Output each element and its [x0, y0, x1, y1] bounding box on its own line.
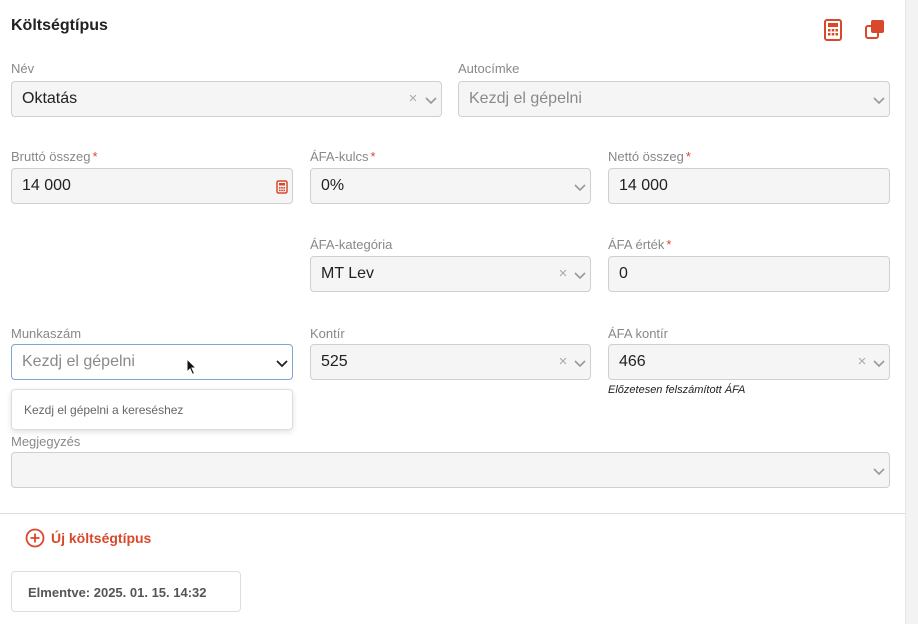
calculator-icon[interactable] — [276, 180, 288, 194]
chevron-down-icon — [574, 184, 586, 192]
brutto-input[interactable]: 14 000 — [11, 168, 293, 204]
autocimke-placeholder: Kezdj el gépelni — [469, 90, 582, 107]
afa-ertek-input[interactable]: 0 — [608, 256, 890, 292]
brutto-value: 14 000 — [22, 177, 71, 194]
chevron-down-icon — [873, 97, 885, 105]
page-title: Költségtípus — [11, 17, 108, 34]
scrollbar[interactable] — [905, 0, 918, 624]
kontir-select[interactable]: 525 × — [310, 344, 591, 380]
netto-label: Nettó összeg * — [608, 149, 691, 164]
munkaszam-dropdown: Kezdj el gépelni a kereséshez — [11, 389, 293, 430]
chevron-down-icon — [574, 360, 586, 368]
add-cost-type-button[interactable]: Új költségtípus — [25, 527, 151, 549]
netto-value: 14 000 — [619, 177, 668, 194]
afa-kategoria-select[interactable]: MT Lev × — [310, 256, 591, 292]
afa-kontir-help: Előzetesen felszámított ÁFA — [608, 384, 746, 396]
saved-status-box: Elmentve: 2025. 01. 15. 14:32 — [11, 571, 241, 612]
afa-kategoria-value: MT Lev — [321, 265, 375, 282]
chevron-down-icon — [873, 360, 885, 368]
nev-select[interactable]: Oktatás × — [11, 81, 442, 117]
munkaszam-label: Munkaszám — [11, 326, 82, 341]
divider — [0, 513, 905, 514]
afa-kulcs-value: 0% — [321, 177, 345, 194]
brutto-label: Bruttó összeg * — [11, 149, 98, 164]
munkaszam-select[interactable]: Kezdj el gépelni — [11, 344, 293, 380]
afa-kontir-label: ÁFA kontír — [608, 326, 668, 341]
afa-kontir-select[interactable]: 466 × — [608, 344, 890, 380]
kontir-label: Kontír — [310, 326, 345, 341]
nev-label: Név — [11, 61, 35, 76]
megjegyzes-label: Megjegyzés — [11, 434, 81, 449]
mouse-cursor-icon — [186, 358, 198, 376]
clear-icon[interactable]: × — [855, 353, 869, 371]
afa-kulcs-label: ÁFA-kulcs * — [310, 149, 376, 164]
add-cost-type-label: Új költségtípus — [51, 530, 152, 546]
calculator-icon[interactable] — [822, 18, 844, 42]
afa-kulcs-select[interactable]: 0% — [310, 168, 591, 204]
copy-icon[interactable] — [864, 18, 886, 42]
afa-ertek-value: 0 — [619, 265, 628, 282]
nev-value: Oktatás — [22, 90, 78, 107]
autocimke-select[interactable]: Kezdj el gépelni — [458, 81, 890, 117]
kontir-value: 525 — [321, 353, 348, 370]
autocimke-label: Autocímke — [458, 61, 520, 76]
clear-icon[interactable]: × — [406, 90, 420, 108]
afa-ertek-label: ÁFA érték * — [608, 237, 672, 252]
munkaszam-placeholder: Kezdj el gépelni — [22, 353, 135, 370]
chevron-down-icon — [276, 360, 288, 368]
afa-kontir-value: 466 — [619, 353, 646, 370]
saved-status-text: Elmentve: 2025. 01. 15. 14:32 — [28, 585, 207, 600]
clear-icon[interactable]: × — [556, 265, 570, 283]
chevron-down-icon — [574, 272, 586, 280]
netto-input[interactable]: 14 000 — [608, 168, 890, 204]
plus-circle-icon — [25, 528, 45, 548]
chevron-down-icon — [425, 97, 437, 105]
clear-icon[interactable]: × — [556, 353, 570, 371]
dropdown-hint: Kezdj el gépelni a kereséshez — [24, 403, 184, 417]
afa-kategoria-label: ÁFA-kategória — [310, 237, 393, 252]
chevron-down-icon — [873, 468, 885, 476]
megjegyzes-select[interactable] — [11, 452, 890, 488]
